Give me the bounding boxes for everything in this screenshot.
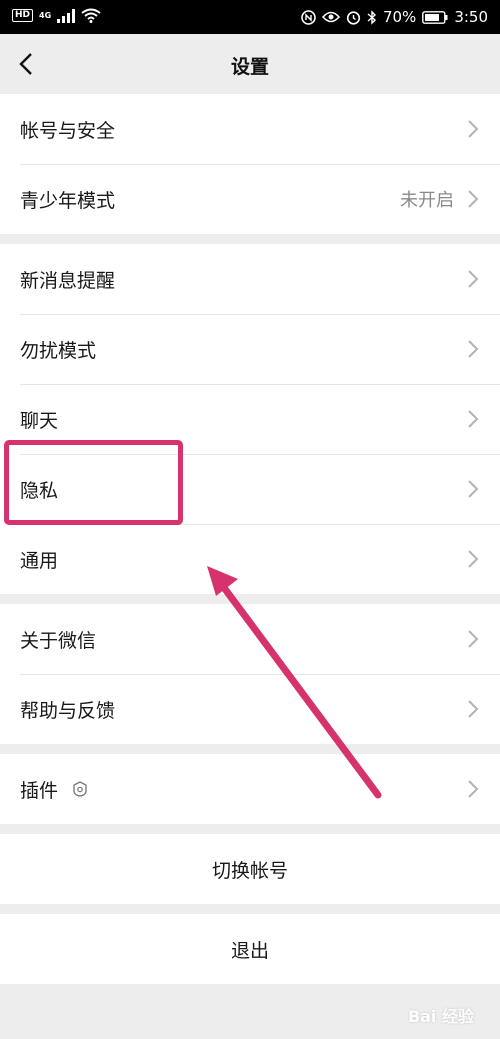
watermark: Bai 经验 [407,1007,474,1026]
annotation-arrow [207,566,382,799]
